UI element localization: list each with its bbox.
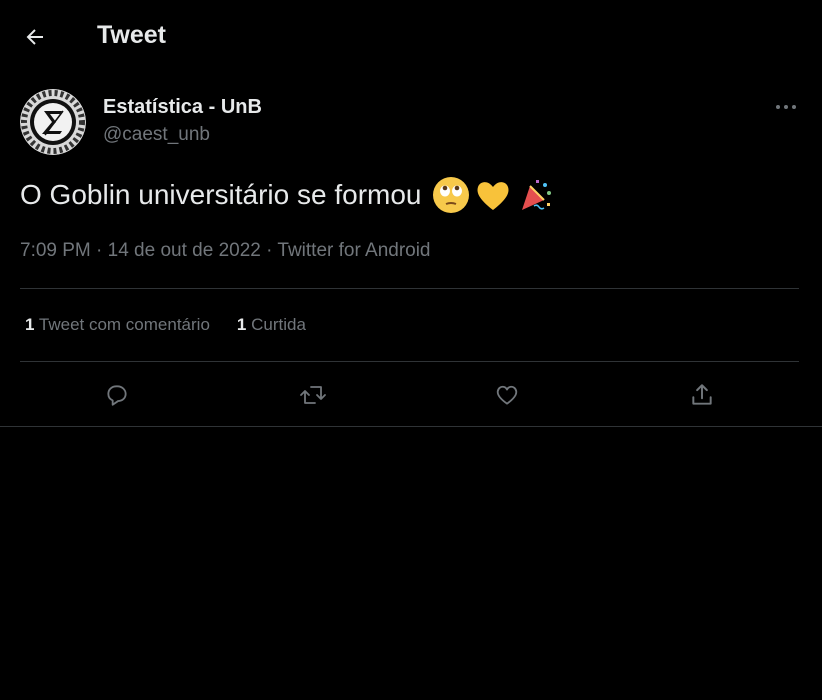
page-title: Tweet — [97, 21, 166, 49]
tweet-text: O Goblin universitário se formou — [20, 176, 554, 214]
yellow-heart-emoji — [477, 182, 509, 210]
header: Tweet — [0, 0, 822, 74]
divider — [0, 426, 822, 427]
avatar[interactable] — [20, 89, 86, 155]
author-handle[interactable]: @caest_unb — [103, 124, 210, 146]
tweet-meta: 7:09 PM · 14 de out de 2022 · Twitter fo… — [20, 240, 431, 261]
back-button[interactable] — [18, 20, 52, 54]
tweet-emojis — [432, 176, 554, 214]
retweet-icon — [300, 386, 326, 404]
quote-tweets-stat[interactable]: 1 Tweet com comentário — [25, 315, 210, 335]
retweet-button[interactable] — [296, 378, 330, 412]
like-label: Curtida — [251, 315, 306, 334]
arrow-left-icon — [26, 29, 43, 45]
reply-icon — [107, 385, 127, 406]
quote-label: Tweet com comentário — [38, 315, 210, 334]
like-count: 1 — [236, 315, 247, 334]
divider — [20, 288, 799, 289]
like-button[interactable] — [490, 378, 524, 412]
action-bar — [20, 362, 799, 426]
more-options-button[interactable] — [770, 94, 802, 120]
quote-count: 1 — [25, 315, 35, 334]
author-name[interactable]: Estatística - UnB — [103, 96, 262, 119]
likes-stat[interactable]: 1 Curtida — [237, 315, 306, 335]
more-icon — [776, 105, 796, 109]
reply-button[interactable] — [100, 378, 134, 412]
tweet-body: O Goblin universitário se formou — [20, 179, 422, 210]
party-popper-emoji — [521, 180, 551, 210]
share-button[interactable] — [685, 378, 719, 412]
tweet-stats: 1 Tweet com comentário 1 Curtida — [25, 315, 306, 335]
like-icon — [496, 385, 518, 405]
share-icon — [692, 384, 712, 405]
face-with-rolling-eyes-emoji — [432, 177, 469, 213]
